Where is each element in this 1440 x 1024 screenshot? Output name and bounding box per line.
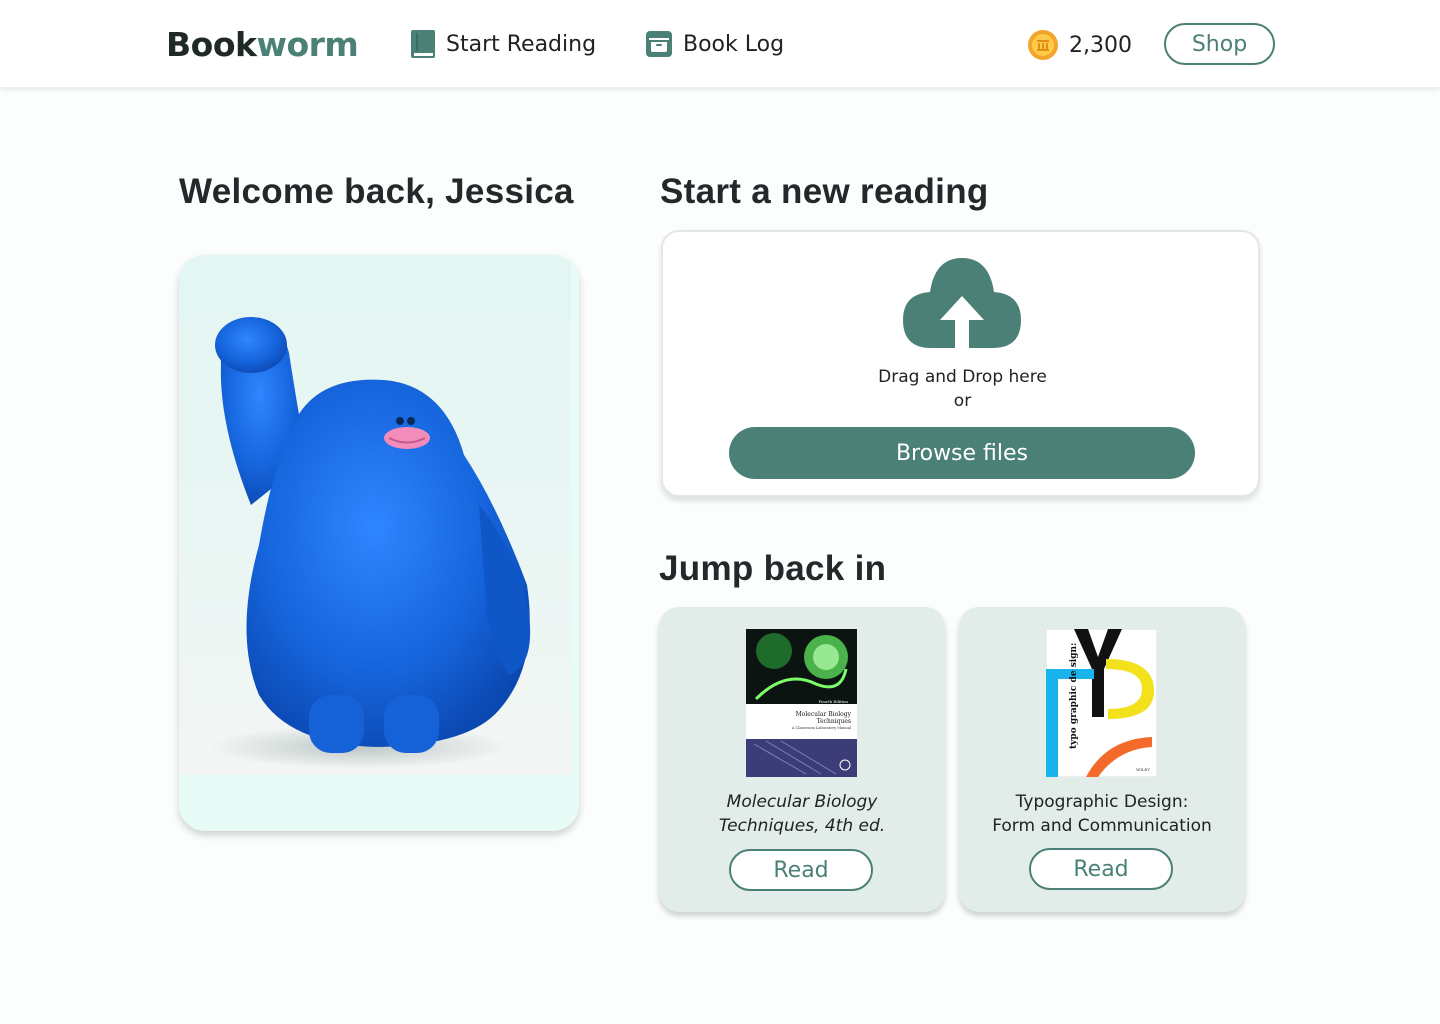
nav-start-reading[interactable]: Start Reading bbox=[410, 28, 596, 60]
cover-title: typo graphic de sign: bbox=[1069, 643, 1079, 749]
archive-box-icon bbox=[646, 31, 672, 57]
cover-subtitle: A Classroom Laboratory Manual bbox=[791, 726, 852, 730]
typographic-design-cover: typo graphic de sign: WILEY bbox=[1046, 629, 1157, 777]
molecular-biology-cover: Fourth Edition Molecular Biology Techniq… bbox=[746, 629, 857, 777]
jump-back-heading: Jump back in bbox=[659, 549, 887, 588]
book-card: typo graphic de sign: WILEY Typographic … bbox=[959, 607, 1245, 912]
top-nav-bar: Bookworm Start Reading Book Log 2,300 Sh… bbox=[0, 0, 1440, 88]
drag-drop-text: Drag and Drop here bbox=[878, 367, 1047, 387]
book-title-line1: Typographic Design: bbox=[1015, 792, 1189, 812]
mascot-image bbox=[179, 255, 571, 775]
read-button[interactable]: Read bbox=[1029, 848, 1173, 890]
mascot-card bbox=[179, 255, 579, 831]
nav-start-reading-label: Start Reading bbox=[446, 31, 597, 57]
book-cover[interactable]: Fourth Edition Molecular Biology Techniq… bbox=[746, 629, 857, 777]
book-title-line1: Molecular Biology bbox=[726, 792, 878, 812]
book-cover[interactable]: typo graphic de sign: WILEY bbox=[1046, 629, 1157, 777]
coin-icon bbox=[1028, 30, 1058, 60]
new-reading-heading: Start a new reading bbox=[660, 172, 989, 211]
book-card: Fourth Edition Molecular Biology Techniq… bbox=[659, 607, 945, 912]
cover-edition: Fourth Edition bbox=[818, 699, 848, 704]
browse-files-button[interactable]: Browse files bbox=[729, 427, 1195, 479]
read-button[interactable]: Read bbox=[729, 849, 873, 891]
book-icon bbox=[411, 30, 435, 58]
welcome-heading: Welcome back, Jessica bbox=[179, 172, 574, 211]
book-title-line2: Techniques, 4th ed. bbox=[718, 816, 886, 836]
monster-illustration bbox=[209, 317, 531, 769]
logo-text-book: Book bbox=[166, 25, 257, 64]
app-logo[interactable]: Bookworm bbox=[166, 25, 359, 64]
cover-title-line1: Molecular Biology bbox=[796, 711, 852, 718]
book-title: Molecular Biology Techniques, 4th ed. bbox=[669, 790, 935, 838]
nav-book-log-label: Book Log bbox=[683, 31, 785, 57]
shop-button[interactable]: Shop bbox=[1164, 23, 1275, 65]
coin-count: 2,300 bbox=[1069, 32, 1132, 58]
cover-title-line2: Techniques bbox=[817, 718, 851, 725]
nav-book-log[interactable]: Book Log bbox=[645, 28, 784, 60]
logo-text-worm: worm bbox=[256, 25, 359, 64]
or-text: or bbox=[953, 391, 972, 411]
book-title: Typographic Design: Form and Communicati… bbox=[969, 790, 1235, 838]
book-title-line2: Form and Communication bbox=[992, 816, 1212, 836]
upload-dropzone[interactable]: Drag and Drop here or Browse files bbox=[661, 230, 1260, 497]
cloud-upload-icon bbox=[903, 258, 1021, 348]
coin-balance: 2,300 bbox=[1027, 29, 1132, 61]
cover-publisher: WILEY bbox=[1136, 767, 1150, 772]
